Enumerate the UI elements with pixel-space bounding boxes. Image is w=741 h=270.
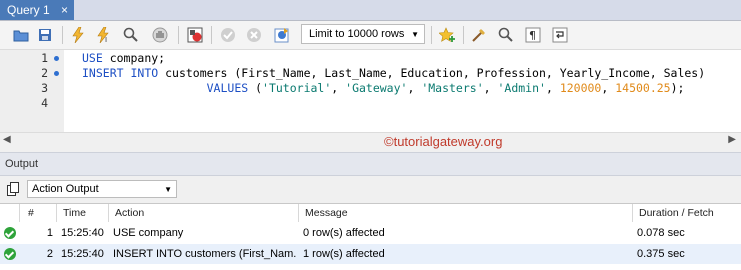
rollback-icon[interactable] [244,25,264,45]
commit-icon[interactable] [218,25,238,45]
close-tab-icon[interactable]: × [61,3,68,17]
stop-icon[interactable] [150,25,170,45]
code-text: company; [102,51,166,65]
code-text: , [483,81,498,95]
code-keyword: VALUES [206,81,249,95]
save-icon[interactable] [35,25,55,45]
code-text: ); [670,81,685,95]
row-duration: 0.375 sec [637,248,685,260]
output-toolbar: Action Output ▼ [0,176,741,202]
column-header-time[interactable]: Time [57,204,109,222]
table-row[interactable]: 1 15:25:40 USE company 0 row(s) affected… [0,223,741,243]
code-text: customers (First_Name, Last_Name, Educat… [158,66,706,80]
toolbar-separator [178,26,179,44]
code-string: 'Tutorial' [262,81,332,95]
watermark: ©tutorialgateway.org [384,134,503,149]
code-number: 14500.25 [615,81,671,95]
code-line-1: USE company; [82,51,165,65]
row-action: INSERT INTO customers (First_Nam... [113,248,297,260]
code-text: , [331,81,346,95]
toggle-continue-icon[interactable] [185,25,205,45]
find-icon[interactable] [496,25,516,45]
invisible-chars-icon[interactable]: ¶ [523,25,543,45]
toolbar-separator [211,26,212,44]
wrap-icon[interactable] [550,25,570,45]
line-number: 1 [41,51,48,65]
scroll-right-icon[interactable]: ▶ [728,134,736,145]
chevron-down-icon: ▼ [411,29,419,39]
code-text: , [545,81,560,95]
table-row[interactable]: 2 15:25:40 INSERT INTO customers (First_… [0,244,741,264]
code-keyword: INSERT [82,66,124,80]
toolbar-separator [431,26,432,44]
statement-marker-icon [54,71,59,76]
statement-marker-icon [54,56,59,61]
execute-icon[interactable] [68,25,88,45]
row-number: 1 [46,227,53,239]
column-header-number[interactable]: # [20,204,57,222]
output-type-select[interactable]: Action Output ▼ [27,180,177,198]
code-keyword: USE [82,51,103,65]
code-string: 'Gateway' [345,81,408,95]
open-folder-icon[interactable] [11,25,31,45]
column-header-message[interactable]: Message [299,204,633,222]
code-string: 'Masters' [421,81,484,95]
code-line-2: INSERT INTO customers (First_Name, Last_… [82,66,705,80]
copy-icon[interactable] [7,182,20,199]
row-duration: 0.078 sec [637,227,685,239]
row-message: 0 row(s) affected [303,227,385,239]
explain-icon[interactable] [121,25,141,45]
svg-text:I: I [105,36,107,43]
bookmark-icon[interactable] [438,25,458,45]
tab-label: Query 1 [7,3,50,17]
output-title: Output [5,158,39,170]
success-check-icon [4,227,16,239]
code-text: , [601,81,616,95]
editor-horizontal-scrollbar[interactable]: ◀ ▶ [0,132,741,150]
tab-bar: Query 1 × [0,0,741,21]
sql-editor[interactable]: 1 2 3 4 USE company; INSERT INTO custome… [0,50,741,132]
column-header-status [0,204,20,222]
toolbar-separator [463,26,464,44]
output-panel-header: Output [0,152,741,176]
scroll-left-icon[interactable]: ◀ [3,134,11,145]
code-line-3: VALUES ('Tutorial', 'Gateway', 'Masters'… [82,81,685,95]
code-text: ( [248,81,263,95]
row-message: 1 row(s) affected [303,248,385,260]
editor-toolbar: I Limit to 10000 rows ▼ ¶ [0,21,741,50]
execute-current-icon[interactable]: I [94,25,114,45]
tab-query-1[interactable]: Query 1 × [0,0,74,20]
row-time: 15:25:40 [61,227,104,239]
code-text: , [407,81,422,95]
beautify-icon[interactable] [469,25,489,45]
output-type-value: Action Output [32,183,99,195]
column-header-duration[interactable]: Duration / Fetch [633,204,741,222]
limit-rows-select[interactable]: Limit to 10000 rows ▼ [301,24,425,44]
code-number: 120000 [559,81,602,95]
success-check-icon [4,248,16,260]
line-number-gutter: 1 2 3 4 [0,50,64,132]
line-number: 2 [41,66,48,80]
line-number: 3 [41,81,48,95]
chevron-down-icon: ▼ [164,184,172,194]
action-output-table: # Time Action Message Duration / Fetch 1… [0,203,741,270]
code-keyword: INTO [130,66,159,80]
row-number: 2 [46,248,53,260]
svg-text:¶: ¶ [529,29,536,42]
code-string: 'Admin' [497,81,546,95]
autocommit-icon[interactable] [272,25,292,45]
line-number: 4 [41,96,48,110]
toolbar-separator [62,26,63,44]
row-action: USE company [113,227,184,239]
column-header-action[interactable]: Action [109,204,299,222]
row-time: 15:25:40 [61,248,104,260]
limit-rows-value: Limit to 10000 rows [309,28,405,40]
